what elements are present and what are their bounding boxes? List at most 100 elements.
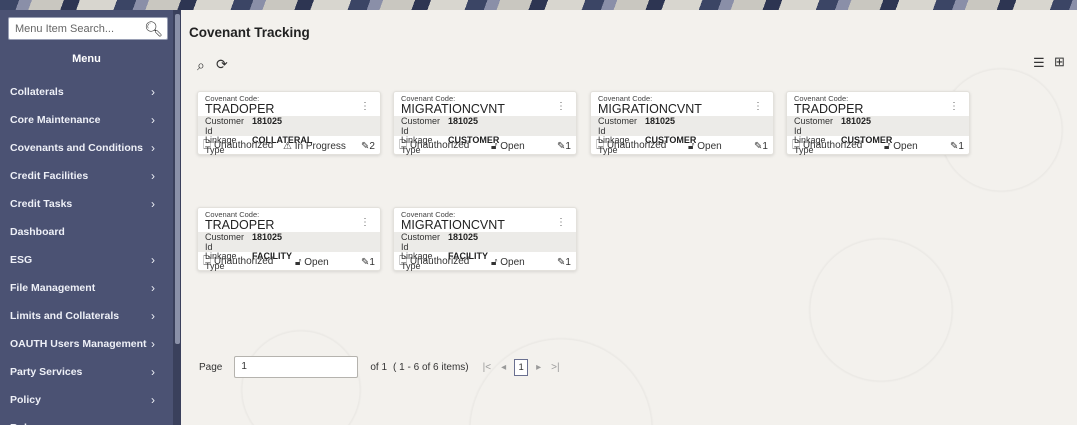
last-page-icon[interactable]: >|: [551, 362, 559, 373]
document-icon: 🗋︎: [399, 256, 408, 267]
sidebar-item-label: ESG: [10, 254, 33, 266]
customer-id-value: 181025: [252, 232, 283, 242]
refresh-icon[interactable]: ⟳: [216, 56, 228, 73]
chevron-right-icon: ›: [151, 113, 155, 127]
sidebar-item-rule[interactable]: Rule›: [0, 414, 173, 425]
sidebar-item-file-management[interactable]: File Management ›: [0, 274, 173, 302]
card-header: Covenant Code: MIGRATIONCVNT ⋮: [394, 92, 576, 116]
sidebar: 🔍︎ Menu Collaterals›Core Maintenance›Cov…: [0, 10, 181, 425]
auth-status: Unauthorized: [606, 140, 667, 151]
covenant-card[interactable]: Covenant Code: TRADOPER ⋮ Customer Id 181025…: [197, 207, 381, 271]
more-options-icon[interactable]: ⋮: [556, 217, 566, 228]
menu-list: Collaterals › Core Maintenance › Covenants a…: [0, 78, 173, 425]
covenant-card[interactable]: Covenant Code: MIGRATIONCVNT ⋮ Customer Id 1…: [393, 91, 577, 155]
document-icon: 🗋︎: [203, 256, 212, 267]
list-view-icon[interactable]: ☰: [1033, 55, 1045, 71]
covenant-code-value: TRADOPER: [205, 218, 275, 232]
document-icon: 🗋︎: [399, 140, 408, 151]
pagination: Page 1 of 1 ( 1 - 6 of 6 items) |< ◂ 1 ▸…: [199, 356, 565, 378]
sidebar-item-collaterals[interactable]: Collaterals ›: [0, 78, 173, 106]
customer-id-label: Customer Id: [598, 116, 638, 136]
card-details: Customer Id 181025 Linkage Type CUSTOMER: [394, 116, 576, 154]
customer-id-label: Customer Id: [205, 232, 245, 252]
items-count-text: ( 1 - 6 of 6 items): [393, 361, 469, 373]
sidebar-item-credit-tasks[interactable]: Credit Tasks ›: [0, 190, 173, 218]
sidebar-item-limits-and-collaterals[interactable]: Limits and Collaterals ›: [0, 302, 173, 330]
auth-status: Unauthorized: [802, 140, 863, 151]
card-footer: 🗋︎ Unauthorized 🔓︎ Open ✎1: [394, 138, 576, 155]
record-status: Open: [500, 257, 525, 268]
customer-id-label: Customer Id: [794, 116, 834, 136]
warning-icon: ⚠: [283, 141, 292, 152]
card-details: Customer Id 181025 Linkage Type CUSTOMER: [591, 116, 773, 154]
card-header: Covenant Code: TRADOPER ⋮: [198, 92, 380, 116]
sidebar-scrollbar-thumb[interactable]: [175, 14, 180, 344]
sidebar-item-dashboard[interactable]: Dashboard: [0, 218, 173, 246]
chevron-right-icon: ›: [151, 421, 155, 425]
first-page-icon[interactable]: |<: [483, 362, 491, 373]
unlock-icon: 🔓︎: [295, 257, 302, 268]
menu-search-input[interactable]: [9, 18, 139, 39]
modification-count: 1: [565, 141, 571, 152]
customer-id-value: 181025: [645, 116, 676, 126]
card-footer: 🗋︎ Unauthorized ⚠ In Progress ✎2: [198, 138, 380, 155]
sidebar-item-label: OAUTH Users Management: [10, 338, 147, 350]
more-options-icon[interactable]: ⋮: [556, 101, 566, 112]
sidebar-item-label: Credit Tasks: [10, 198, 73, 210]
page-title: Covenant Tracking: [189, 25, 310, 40]
covenant-card[interactable]: Covenant Code: MIGRATIONCVNT ⋮ Customer Id 1…: [590, 91, 774, 155]
card-details: Customer Id 181025 Linkage Type COLLATERAL: [198, 116, 380, 154]
covenant-code-value: TRADOPER: [205, 102, 275, 116]
more-options-icon[interactable]: ⋮: [949, 101, 959, 112]
search-icon[interactable]: ⌕: [197, 57, 205, 74]
covenant-card[interactable]: Covenant Code: MIGRATIONCVNT ⋮ Customer Id 1…: [393, 207, 577, 271]
more-options-icon[interactable]: ⋮: [360, 217, 370, 228]
document-icon: 🗋︎: [596, 140, 605, 151]
sidebar-item-oauth-users-management[interactable]: OAUTH Users Management ›: [0, 330, 173, 358]
sidebar-item-label: Dashboard: [10, 226, 65, 238]
modification-count: 2: [369, 141, 375, 152]
sidebar-item-credit-facilities[interactable]: Credit Facilities ›: [0, 162, 173, 190]
chevron-right-icon: ›: [151, 393, 155, 407]
covenant-card[interactable]: Covenant Code: TRADOPER ⋮ Customer Id 181025…: [786, 91, 970, 155]
modification-count: 1: [958, 141, 964, 152]
card-details: Customer Id 181025 Linkage Type CUSTOMER: [787, 116, 969, 154]
card-footer: 🗋︎ Unauthorized 🔓︎ Open ✎1: [394, 254, 576, 271]
unlock-icon: 🔓︎: [884, 141, 891, 152]
customer-id-label: Customer Id: [205, 116, 245, 136]
customer-id-value: 181025: [448, 232, 479, 242]
sidebar-item-label: Collaterals: [10, 86, 64, 98]
grid-view-icon[interactable]: ⊞: [1054, 54, 1065, 70]
page-number-input[interactable]: 1: [234, 356, 359, 378]
unlock-icon: 🔓︎: [491, 141, 498, 152]
current-page-button[interactable]: 1: [514, 358, 529, 376]
customer-id-label: Customer Id: [401, 116, 441, 136]
sidebar-item-label: Covenants and Conditions: [10, 142, 144, 154]
page-label: Page: [199, 361, 223, 373]
card-footer: 🗋︎ Unauthorized 🔓︎ Open ✎1: [787, 138, 969, 155]
prev-page-icon[interactable]: ◂: [501, 362, 506, 373]
next-page-icon[interactable]: ▸: [536, 362, 541, 373]
chevron-right-icon: ›: [151, 169, 155, 183]
record-status: In Progress: [294, 141, 346, 152]
card-header: Covenant Code: MIGRATIONCVNT ⋮: [591, 92, 773, 116]
chevron-right-icon: ›: [151, 253, 155, 267]
more-options-icon[interactable]: ⋮: [753, 101, 763, 112]
auth-status: Unauthorized: [213, 140, 274, 151]
modification-count: 1: [762, 141, 768, 152]
sidebar-item-core-maintenance[interactable]: Core Maintenance ›: [0, 106, 173, 134]
modification-count: 1: [369, 257, 375, 268]
customer-id-value: 181025: [841, 116, 872, 126]
search-icon[interactable]: 🔍︎: [144, 20, 163, 38]
sidebar-item-label: Limits and Collaterals: [10, 310, 120, 322]
sidebar-item-esg[interactable]: ESG ›: [0, 246, 173, 274]
sidebar-item-label: Credit Facilities: [10, 170, 89, 182]
more-options-icon[interactable]: ⋮: [360, 101, 370, 112]
unlock-icon: 🔓︎: [491, 257, 498, 268]
menu-search-box: 🔍︎: [8, 17, 168, 40]
sidebar-item-policy[interactable]: Policy ›: [0, 386, 173, 414]
sidebar-item-party-services[interactable]: Party Services ›: [0, 358, 173, 386]
card-footer: 🗋︎ Unauthorized 🔓︎ Open ✎1: [591, 138, 773, 155]
sidebar-item-covenants-and-conditions[interactable]: Covenants and Conditions ›: [0, 134, 173, 162]
covenant-card[interactable]: Covenant Code: TRADOPER ⋮ Customer Id 181025…: [197, 91, 381, 155]
